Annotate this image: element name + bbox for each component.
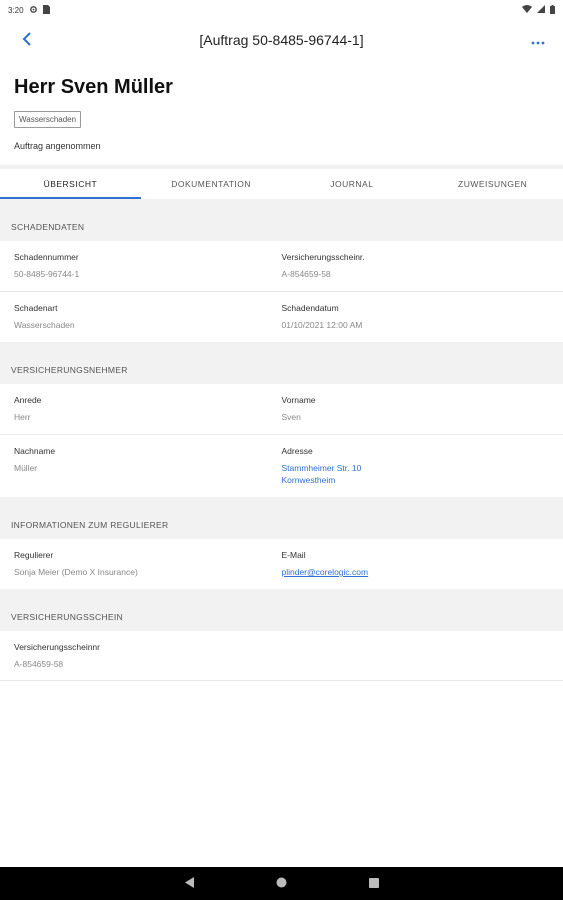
address-line-city: Kornwestheim (281, 475, 336, 485)
detail-row: Nachname Müller Adresse Stammheimer Str.… (0, 435, 563, 497)
field-label: Versicherungsscheinr. (281, 252, 365, 262)
gear-icon (29, 5, 38, 16)
field-value: 50-8485-96744-1 (14, 269, 80, 279)
field-schadendatum: Schadendatum 01/10/2021 12:00 AM (282, 303, 550, 342)
field-label: Schadendatum (281, 303, 339, 313)
field-label: Versicherungsscheinnr (14, 642, 100, 652)
sim-icon (42, 4, 50, 16)
address-line-street: Stammheimer Str. 10 (281, 463, 362, 473)
address-link[interactable]: Stammheimer Str. 10 Kornwestheim (282, 462, 550, 486)
status-time: 3:20 (8, 5, 24, 15)
field-value: A-854659-58 (281, 269, 331, 279)
field-versicherungsscheinnr: Versicherungsscheinr. A-854659-58 (282, 252, 550, 291)
status-bar: 3:20 (0, 0, 563, 20)
nav-recents-button[interactable] (367, 877, 381, 891)
wifi-icon (522, 5, 532, 15)
field-anrede: Anrede Herr (14, 395, 282, 434)
field-label: Schadennummer (14, 252, 79, 262)
tab-dokumentation[interactable]: DOKUMENTATION (141, 169, 282, 199)
app-bar (0, 20, 563, 62)
field-schadenart: Schadenart Wasserschaden (14, 303, 282, 342)
status-bar-right (522, 4, 555, 16)
status-bar-left: 3:20 (8, 4, 50, 16)
damage-type-chip: Wasserschaden (14, 111, 82, 128)
field-nachname: Nachname Müller (14, 446, 282, 497)
field-schadennummer: Schadennummer 50-8485-96744-1 (14, 252, 282, 291)
field-label: Schadenart (14, 303, 58, 313)
field-vorname: Vorname Sven (282, 395, 550, 434)
customer-name: Herr Sven Müller (14, 76, 173, 98)
section-header-schadendaten: SCHADENDATEN (0, 199, 563, 241)
field-value: Sonja Meier (Demo X Insurance) (14, 567, 138, 577)
chevron-left-icon (21, 31, 33, 51)
field-value: Wasserschaden (14, 320, 75, 330)
field-label: Regulierer (14, 550, 54, 560)
field-value: 01/10/2021 12:00 AM (281, 320, 363, 330)
nav-home-button[interactable] (275, 877, 289, 891)
tab-zuweisungen[interactable]: ZUWEISUNGEN (422, 169, 563, 199)
overview-content: SCHADENDATEN Schadennummer 50-8485-96744… (0, 199, 563, 681)
field-value: Müller (14, 463, 38, 473)
section-header-versicherungsschein: VERSICHERUNGSSCHEIN (0, 589, 563, 631)
detail-row: Versicherungsscheinnr A-854659-58 (0, 631, 563, 681)
detail-row: Regulierer Sonja Meier (Demo X Insurance… (0, 539, 563, 589)
more-horizontal-icon (531, 32, 545, 50)
detail-row: Schadennummer 50-8485-96744-1 Versicheru… (0, 241, 563, 292)
battery-icon (550, 4, 555, 16)
field-label: Vorname (281, 395, 316, 405)
field-email: E-Mail plinder@corelogic.com (282, 550, 550, 589)
field-value: A-854659-58 (14, 659, 64, 669)
field-regulierer: Regulierer Sonja Meier (Demo X Insurance… (14, 550, 282, 589)
field-label: Adresse (281, 446, 313, 456)
order-header: Herr Sven Müller Wasserschaden Auftrag a… (0, 62, 563, 151)
system-nav-bar (0, 867, 563, 900)
field-label: Nachname (14, 446, 56, 456)
tab-bar: ÜBERSICHT DOKUMENTATION JOURNAL ZUWEISUN… (0, 165, 563, 199)
detail-row: Schadenart Wasserschaden Schadendatum 01… (0, 292, 563, 342)
signal-icon (537, 5, 545, 15)
field-label: Anrede (14, 395, 42, 405)
recents-square-icon (368, 875, 379, 893)
section-header-regulierer: INFORMATIONEN ZUM REGULIERER (0, 497, 563, 539)
field-versicherungsscheinnr-policy: Versicherungsscheinnr A-854659-58 (14, 642, 549, 680)
field-value: Herr (14, 412, 31, 422)
field-label: E-Mail (281, 550, 306, 560)
order-status: Auftrag angenommen (14, 141, 101, 151)
field-value: Sven (281, 412, 301, 422)
home-circle-icon (276, 875, 287, 893)
back-button[interactable] (16, 30, 38, 52)
email-link[interactable]: plinder@corelogic.com (282, 566, 550, 578)
tab-journal[interactable]: JOURNAL (282, 169, 423, 199)
field-adresse: Adresse Stammheimer Str. 10 Kornwestheim (282, 446, 550, 497)
tab-uebersicht[interactable]: ÜBERSICHT (0, 169, 141, 199)
nav-back-button[interactable] (183, 875, 197, 893)
detail-row: Anrede Herr Vorname Sven (0, 384, 563, 435)
more-options-button[interactable] (527, 30, 549, 52)
section-header-versicherungsnehmer: VERSICHERUNGSNEHMER (0, 342, 563, 384)
back-triangle-icon (184, 875, 195, 893)
